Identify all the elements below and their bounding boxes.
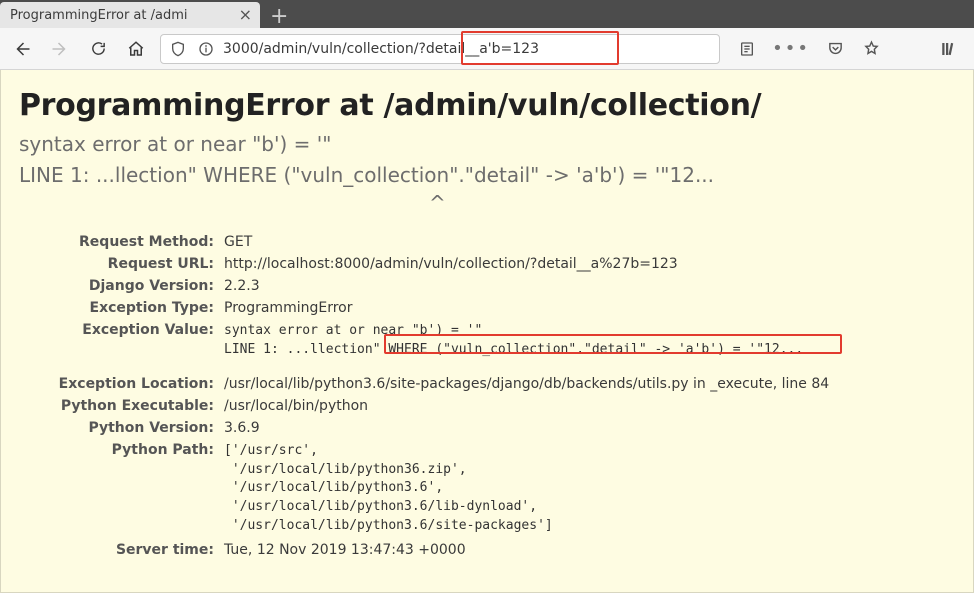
more-actions-icon[interactable]: ••• — [772, 38, 810, 59]
library-icon[interactable] — [938, 38, 960, 60]
pocket-icon[interactable] — [824, 38, 846, 60]
meta-label: Python Path: — [19, 439, 224, 539]
meta-label: Exception Type: — [19, 297, 224, 319]
meta-value: http://localhost:8000/admin/vuln/collect… — [224, 253, 955, 275]
exception-value-text: syntax error at or near "b') = '" LINE 1… — [224, 323, 803, 357]
info-icon[interactable] — [195, 38, 217, 60]
meta-value: ProgrammingError — [224, 297, 955, 319]
meta-label: Exception Value: — [19, 319, 224, 363]
meta-label: Request URL: — [19, 253, 224, 275]
meta-row-py-executable: Python Executable: /usr/local/bin/python — [19, 395, 955, 417]
meta-value: ['/usr/src', '/usr/local/lib/python36.zi… — [224, 439, 955, 539]
meta-row-method: Request Method: GET — [19, 231, 955, 253]
reload-button[interactable] — [84, 35, 112, 63]
request-meta-table: Request Method: GET Request URL: http://… — [19, 231, 955, 561]
tab-close-icon[interactable]: × — [239, 7, 252, 23]
error-caret: ^ — [19, 193, 955, 213]
meta-value: /usr/local/lib/python3.6/site-packages/d… — [224, 373, 955, 395]
reload-icon — [90, 40, 107, 57]
meta-value: 3.6.9 — [224, 417, 955, 439]
home-icon — [127, 40, 145, 58]
arrow-left-icon — [13, 40, 31, 58]
home-button[interactable] — [122, 35, 150, 63]
error-subtitle-line2: LINE 1: ...llection" WHERE ("vuln_collec… — [19, 162, 955, 189]
back-button[interactable] — [8, 35, 36, 63]
meta-value: GET — [224, 231, 955, 253]
page-title: ProgrammingError at /admin/vuln/collecti… — [19, 88, 955, 123]
meta-row-exc-location: Exception Location: /usr/local/lib/pytho… — [19, 373, 955, 395]
meta-row-server-time: Server time: Tue, 12 Nov 2019 13:47:43 +… — [19, 539, 955, 561]
meta-row-django-version: Django Version: 2.2.3 — [19, 275, 955, 297]
arrow-right-icon — [51, 40, 69, 58]
django-debug-page: ProgrammingError at /admin/vuln/collecti… — [0, 70, 974, 593]
meta-label: Exception Location: — [19, 373, 224, 395]
meta-value: 2.2.3 — [224, 275, 955, 297]
meta-label: Django Version: — [19, 275, 224, 297]
forward-button — [46, 35, 74, 63]
browser-tab-active[interactable]: ProgrammingError at /admi × — [0, 2, 260, 28]
reader-mode-icon[interactable] — [736, 38, 758, 60]
meta-value: /usr/local/bin/python — [224, 395, 955, 417]
browser-toolbar: 3000/admin/vuln/collection/?detail__a'b=… — [0, 28, 974, 70]
meta-row-exc-type: Exception Type: ProgrammingError — [19, 297, 955, 319]
meta-label: Request Method: — [19, 231, 224, 253]
meta-row-py-path: Python Path: ['/usr/src', '/usr/local/li… — [19, 439, 955, 539]
meta-row-exc-value: Exception Value: syntax error at or near… — [19, 319, 955, 363]
meta-value: Tue, 12 Nov 2019 13:47:43 +0000 — [224, 539, 955, 561]
meta-row-url: Request URL: http://localhost:8000/admin… — [19, 253, 955, 275]
address-bar[interactable]: 3000/admin/vuln/collection/?detail__a'b=… — [160, 34, 720, 64]
meta-label: Server time: — [19, 539, 224, 561]
shield-icon[interactable] — [167, 38, 189, 60]
new-tab-button[interactable]: + — [260, 6, 298, 28]
meta-value: syntax error at or near "b') = '" LINE 1… — [224, 319, 955, 363]
meta-label: Python Executable: — [19, 395, 224, 417]
url-text: 3000/admin/vuln/collection/?detail__a'b=… — [223, 41, 713, 57]
python-path-text: ['/usr/src', '/usr/local/lib/python36.zi… — [224, 443, 553, 533]
bookmark-star-icon[interactable] — [860, 38, 882, 60]
error-subtitle-line1: syntax error at or near "b') = '" — [19, 131, 955, 158]
meta-row-py-version: Python Version: 3.6.9 — [19, 417, 955, 439]
browser-tab-strip: ProgrammingError at /admi × + — [0, 0, 974, 28]
meta-label: Python Version: — [19, 417, 224, 439]
toolbar-right: ••• — [730, 38, 966, 60]
tab-title: ProgrammingError at /admi — [10, 8, 231, 23]
